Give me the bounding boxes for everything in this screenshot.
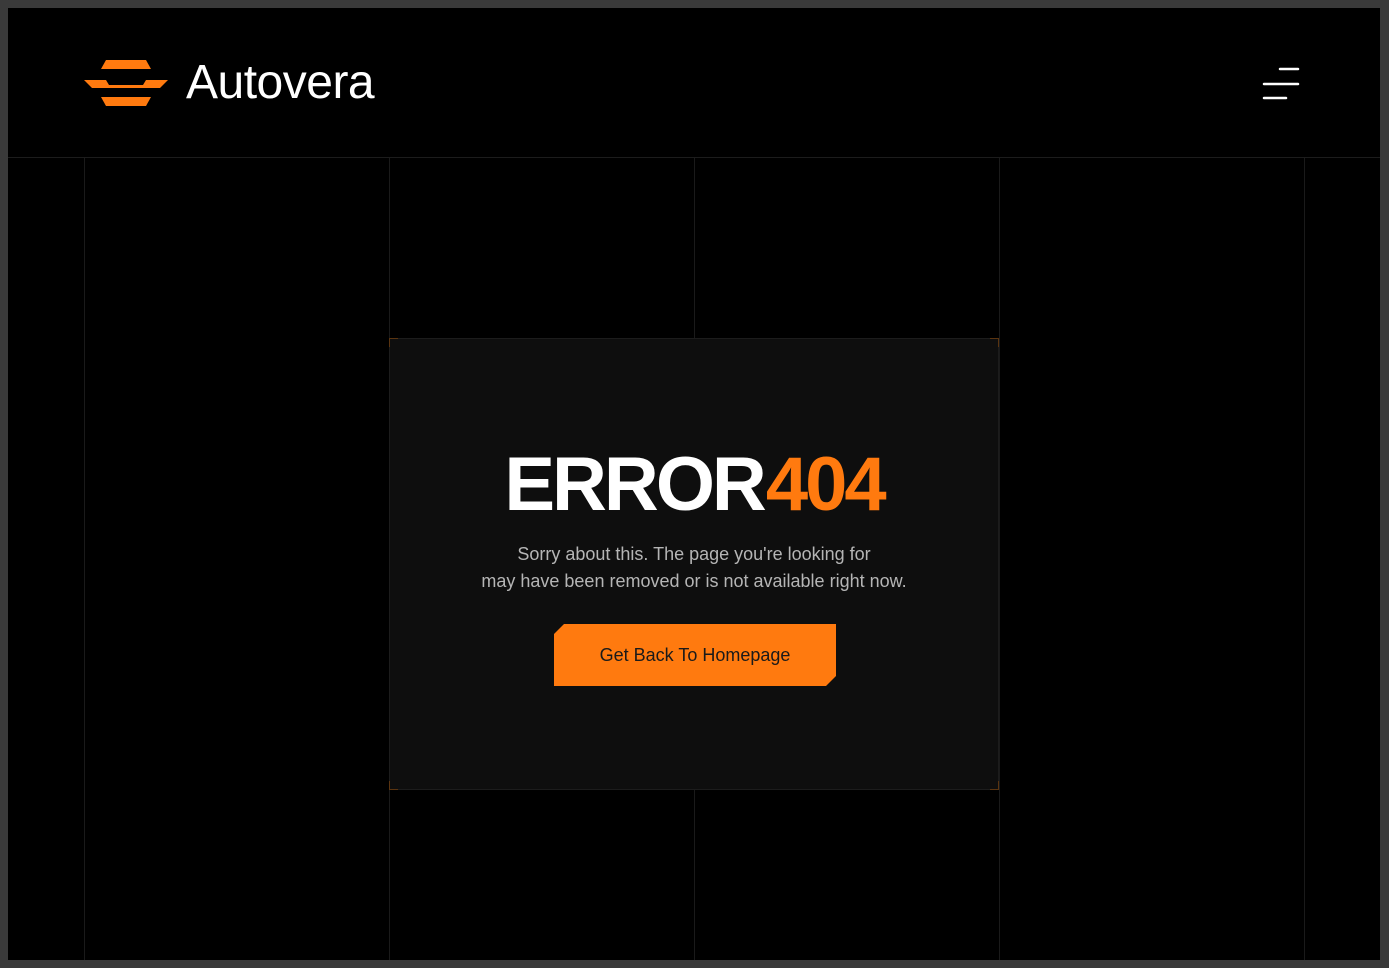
error-word: ERROR: [504, 442, 766, 527]
error-card: ERROR404 Sorry about this. The page you'…: [389, 338, 999, 790]
hamburger-menu-icon: [1262, 67, 1300, 100]
menu-button[interactable]: [1254, 64, 1302, 104]
brand-name: Autovera: [186, 56, 375, 109]
grid-line: [999, 158, 1000, 960]
logo-link[interactable]: Autovera: [84, 56, 375, 109]
corner-accent: [990, 781, 999, 790]
error-message-line-1: Sorry about this. The page you're lookin…: [517, 544, 871, 564]
autovera-logo-icon: [84, 60, 168, 106]
site-header: Autovera: [8, 8, 1380, 158]
error-message-line-2: may have been removed or is not availabl…: [481, 571, 907, 591]
corner-accent: [389, 781, 398, 790]
corner-accent: [990, 338, 999, 347]
grid-line: [84, 158, 85, 960]
error-code: 404: [765, 442, 887, 527]
corner-accent: [389, 338, 398, 347]
error-heading: ERROR404: [390, 447, 998, 523]
page-frame: Autovera ERROR404 Sorry about this. The …: [8, 8, 1380, 960]
grid-line: [1304, 158, 1305, 960]
homepage-button[interactable]: Get Back To Homepage: [554, 624, 836, 686]
